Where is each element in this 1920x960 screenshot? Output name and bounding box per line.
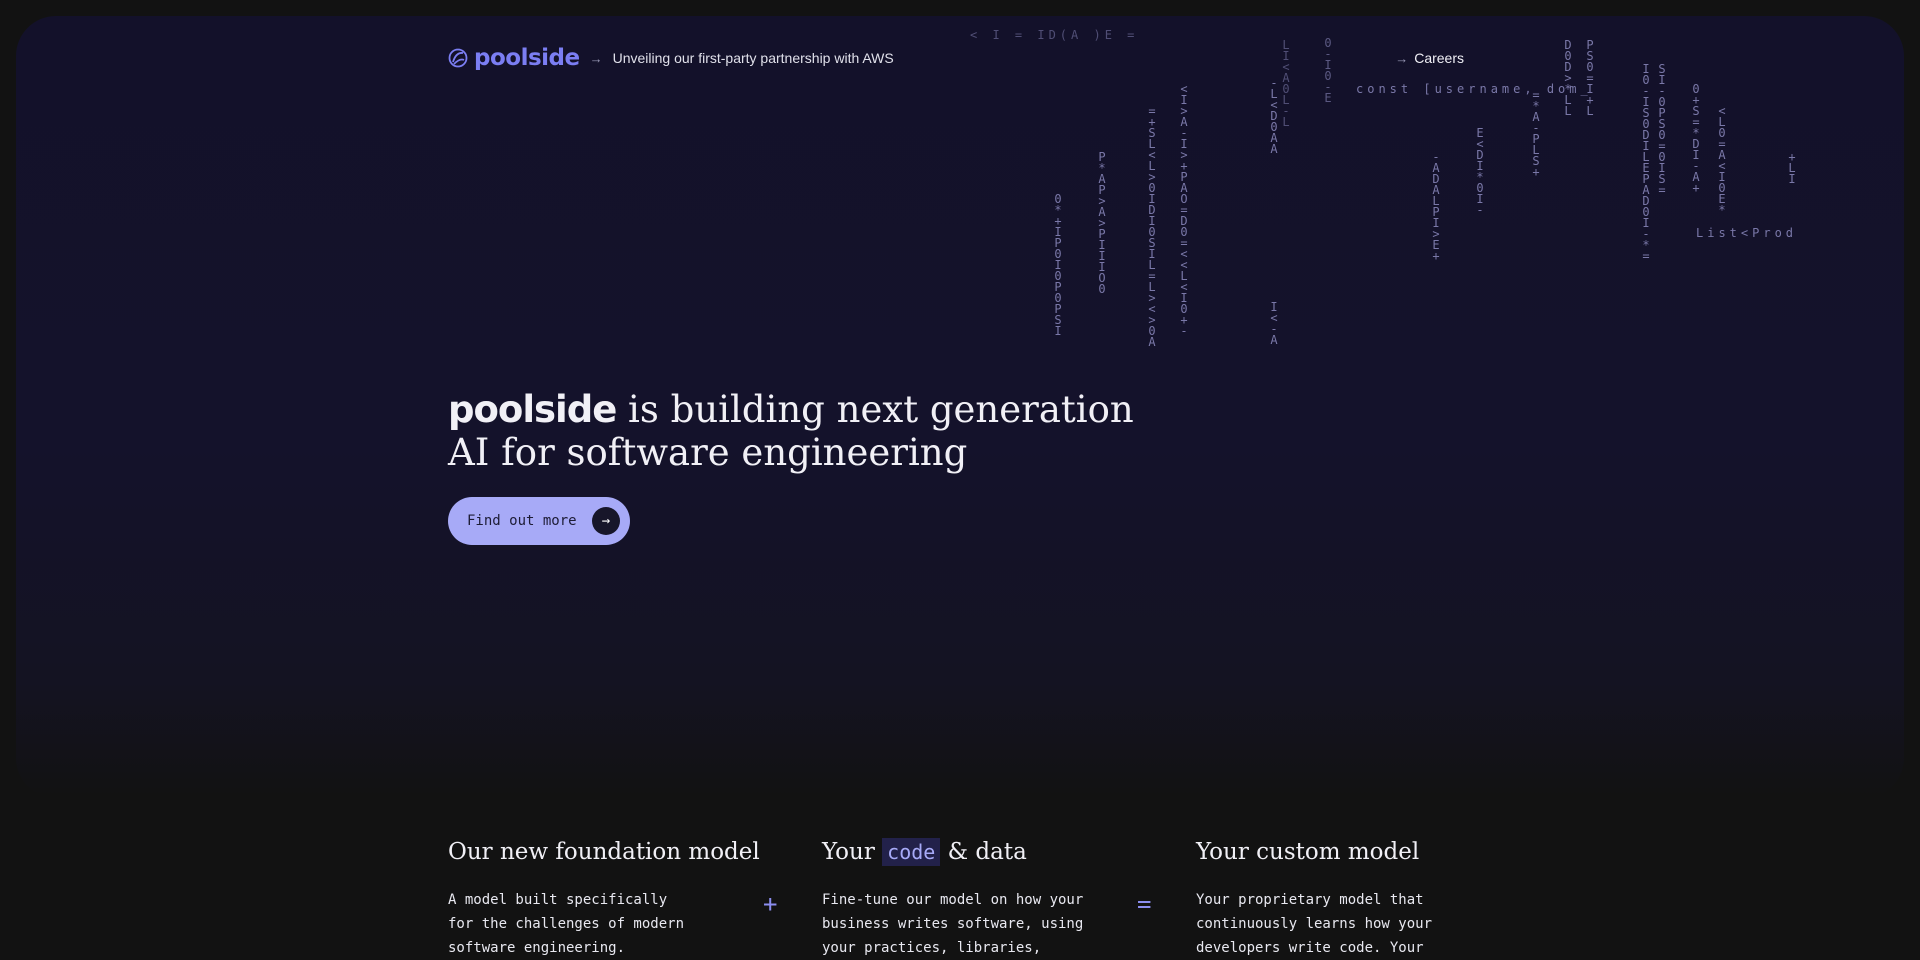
hero-section: 0*+IP0I0P0PSI P*AP>A>PIIIO0 =+SL<L>0IDI0… [16, 16, 1904, 798]
code-rain-column: P*AP>A>PIIIO0 [1098, 150, 1106, 296]
feature-custom-model: Your custom model Your proprietary model… [1196, 836, 1476, 960]
features-section: Our new foundation model A model built s… [448, 836, 1464, 956]
code-rain-column: <I>A-I>+PAO=D0=<<L<I0+- [1180, 82, 1188, 338]
find-out-more-button[interactable]: Find out more → [448, 497, 630, 545]
feature-body: A model built specifically for the chall… [448, 892, 685, 956]
feature-title: Our new foundation model [448, 839, 760, 865]
code-rain-column: <L0=A<I0E* [1718, 104, 1726, 217]
code-rain-column: PS0=I+L [1586, 38, 1594, 118]
code-rain-row: List<Prod [1696, 226, 1798, 240]
code-rain-row: const [username, dom_ [1356, 82, 1592, 96]
announcement-link[interactable]: Unveiling our first-party partnership wi… [613, 50, 894, 66]
code-rain-column: 0*+IP0I0P0PSI [1054, 192, 1062, 338]
feature-title-code: code [882, 838, 941, 866]
find-out-more-label: Find out more [467, 513, 577, 529]
feature-foundation-model: Our new foundation model A model built s… [448, 836, 760, 960]
feature-title-prefix: Your [822, 839, 875, 865]
code-rain-column: I<-A [1270, 300, 1278, 347]
arrow-right-icon: → [592, 507, 620, 535]
hero-headline: poolside is building next generation AI … [448, 388, 1148, 474]
headline-brand: poolside [448, 388, 617, 431]
equals-operator: = [1137, 890, 1152, 918]
feature-title: Your code & data [822, 836, 1102, 868]
code-rain-column: =+SL<L>0IDI0SIL=L><>0A [1148, 104, 1156, 349]
logo-link[interactable]: poolside [448, 45, 580, 71]
feature-body: Fine-tune our model on how your business… [822, 892, 1084, 956]
logo-wordmark: poolside [474, 45, 580, 71]
top-nav: poolside → Unveiling our first-party par… [448, 44, 1464, 72]
code-rain-column: I0-IS0DILEPAD0I-*= [1642, 62, 1650, 263]
code-rain-column: SI-0PS0=0IS= [1658, 62, 1666, 197]
code-rain-column: 0+S=*DI-A+ [1692, 82, 1700, 195]
careers-link[interactable]: → Careers [1395, 50, 1464, 66]
code-rain-row: < I = ID(A )E = [970, 28, 1139, 42]
plus-operator: + [763, 890, 778, 918]
code-rain-column: D0D>*LL [1564, 38, 1572, 118]
code-rain-column: -L<D0AA [1270, 76, 1278, 156]
arrow-right-icon: → [1395, 50, 1409, 66]
feature-code-data: Your code & data Fine-tune our model on … [822, 836, 1102, 960]
code-rain-column: +LI [1788, 150, 1796, 186]
poolside-swirl-icon [448, 48, 468, 68]
code-rain-column: =*A-PLS+ [1532, 88, 1540, 179]
feature-body: Your proprietary model that continuously… [1196, 892, 1433, 956]
code-rain-column: E<DI*0I- [1476, 126, 1484, 217]
feature-title-suffix: & data [947, 839, 1027, 865]
feature-title: Your custom model [1196, 839, 1420, 865]
code-rain-column: -ADALPI>E+ [1432, 150, 1440, 263]
careers-label: Careers [1414, 50, 1464, 66]
arrow-right-icon: → [589, 50, 603, 66]
